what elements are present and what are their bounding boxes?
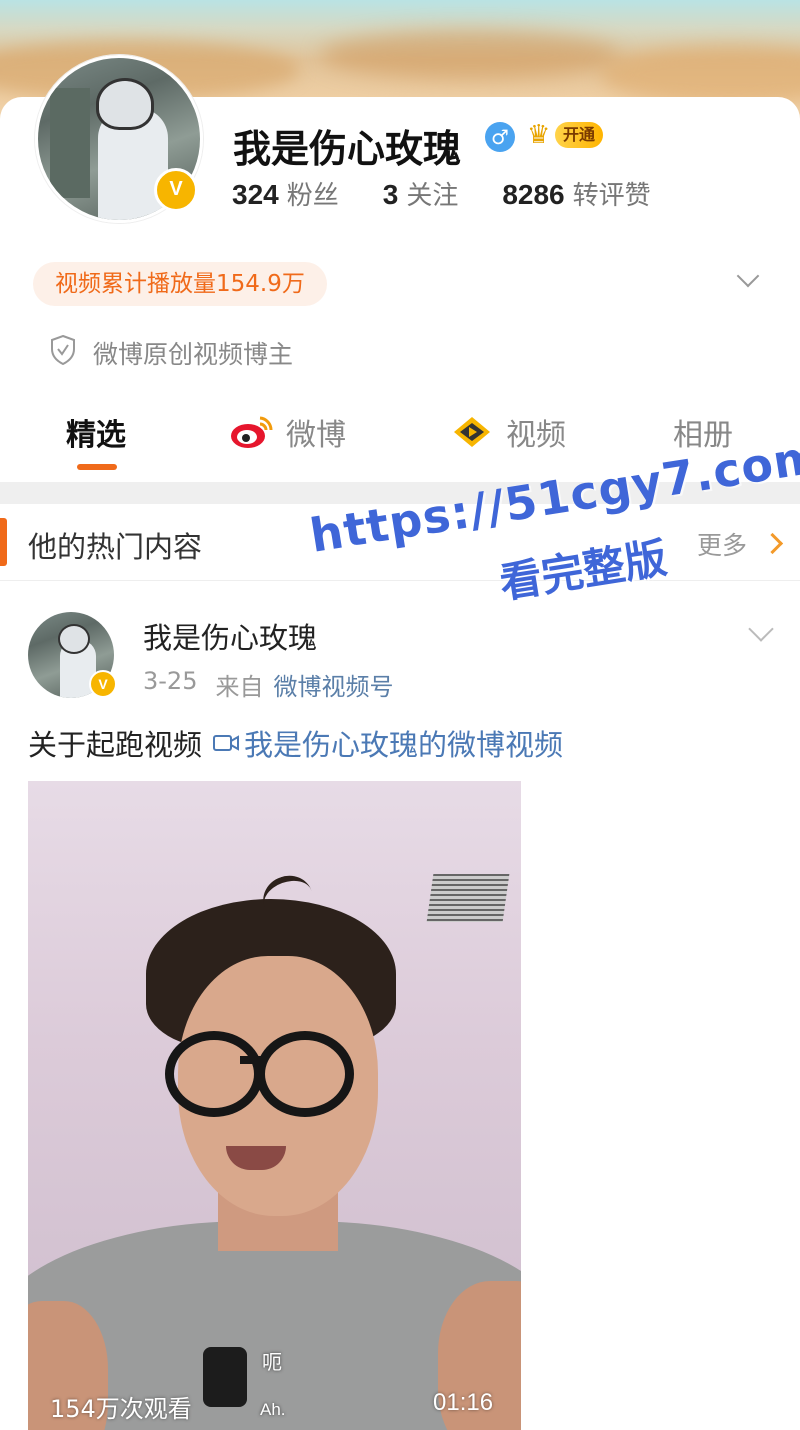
stat-following[interactable]: 3 关注 xyxy=(383,175,459,212)
post-meta: 3-25 来自 微博视频号 xyxy=(143,667,393,702)
video-view-count: 154万次观看 xyxy=(50,1395,192,1423)
stat-value: 3 xyxy=(382,179,399,210)
shield-icon xyxy=(51,335,75,365)
stat-label: 关注 xyxy=(406,181,459,211)
video-subtitle-chinese: 呃 xyxy=(262,1350,282,1374)
ceiling-vent xyxy=(426,874,510,922)
video-play-icon xyxy=(454,417,490,447)
verified-badge-icon: V xyxy=(89,670,117,698)
post-source-link[interactable]: 微博视频号 xyxy=(273,667,393,702)
stat-interactions[interactable]: 8286 转评赞 xyxy=(502,175,650,212)
tab-label: 精选 xyxy=(66,418,126,453)
tab-video[interactable]: 视频 xyxy=(452,410,566,454)
tab-featured[interactable]: 精选 xyxy=(66,410,126,454)
post-from-label: 来自 xyxy=(215,673,264,701)
stat-label: 转评赞 xyxy=(572,181,651,211)
tab-active-indicator xyxy=(77,464,117,470)
vip-open-label: 开通 xyxy=(555,122,604,148)
play-count-badge[interactable]: 视频累计播放量154.9万 xyxy=(33,262,327,306)
section-divider xyxy=(0,482,800,504)
chevron-down-icon[interactable] xyxy=(748,616,774,642)
post-video-link-text: 我是伤心玫瑰的微博视频 xyxy=(244,728,564,762)
stat-value: 324 xyxy=(232,179,279,210)
weibo-logo-icon xyxy=(231,416,273,448)
video-camera-icon xyxy=(213,735,240,751)
stat-label: 粉丝 xyxy=(286,181,339,211)
verified-badge-icon: V xyxy=(154,168,198,212)
post-author-name[interactable]: 我是伤心玫瑰 xyxy=(143,615,317,657)
tab-label: 微博 xyxy=(286,418,346,453)
profile-stats: 324 粉丝 3 关注 8286 转评赞 xyxy=(232,175,695,212)
more-link[interactable]: 更多 xyxy=(697,526,747,562)
male-gender-icon: ♂ xyxy=(485,122,515,152)
creator-tag: 微博原创视频博主 xyxy=(93,340,294,369)
video-subtitle-english: Ah. xyxy=(260,1400,286,1419)
stat-followers[interactable]: 324 粉丝 xyxy=(232,175,339,212)
tab-weibo[interactable]: 微博 xyxy=(230,410,346,454)
stat-value: 8286 xyxy=(502,179,565,210)
microphone-icon xyxy=(203,1347,247,1407)
post-date: 3-25 xyxy=(143,667,198,695)
post-video-link[interactable]: 我是伤心玫瑰的微博视频 xyxy=(212,722,563,764)
video-thumbnail[interactable] xyxy=(28,781,521,1430)
post-body: 关于起跑视频 xyxy=(28,728,203,762)
profile-name: 我是伤心玫瑰 xyxy=(233,127,462,171)
section-accent-bar xyxy=(0,518,7,566)
section-title: 他的热门内容 xyxy=(28,530,203,564)
tab-label: 相册 xyxy=(673,418,733,453)
video-duration: 01:16 xyxy=(433,1389,494,1416)
tab-label: 视频 xyxy=(506,418,566,453)
tab-album[interactable]: 相册 xyxy=(673,410,733,454)
post-text: 关于起跑视频 我是伤心玫瑰的微博视频 xyxy=(28,722,563,764)
vip-open-button[interactable]: ♛ 开通 xyxy=(527,119,607,151)
profile-tabs: 精选 微博 视频 相册 xyxy=(0,400,800,480)
